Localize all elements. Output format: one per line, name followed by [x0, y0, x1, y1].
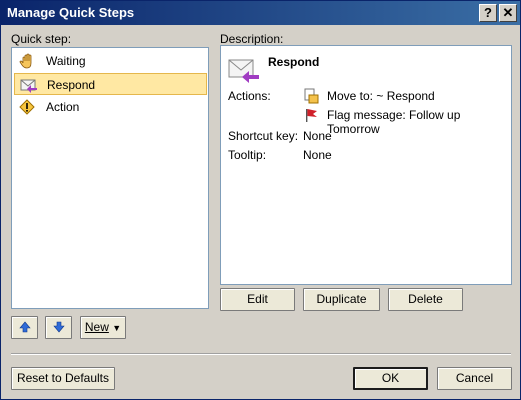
- action-move-to: Move to: ~ Respond: [327, 89, 435, 103]
- arrow-up-icon: [18, 321, 31, 336]
- separator: [11, 353, 511, 355]
- move-up-button[interactable]: [11, 316, 38, 339]
- new-button-label: New: [84, 320, 109, 334]
- list-item-label: Waiting: [46, 54, 86, 68]
- list-item-label: Action: [46, 100, 80, 114]
- chevron-down-icon: ▼: [112, 323, 122, 333]
- arrow-down-icon: [52, 321, 65, 336]
- manage-quick-steps-dialog: Manage Quick Steps ? ✕ Quick step: Waiti…: [0, 0, 521, 400]
- tooltip-label: Tooltip:: [228, 148, 267, 162]
- title-bar: Manage Quick Steps ? ✕: [1, 1, 520, 25]
- shortcut-key-label: Shortcut key:: [228, 129, 299, 143]
- list-item-action[interactable]: Action: [14, 96, 207, 118]
- list-item-respond[interactable]: Respond: [14, 73, 207, 95]
- duplicate-button[interactable]: Duplicate: [303, 288, 380, 311]
- actions-label: Actions:: [228, 89, 271, 103]
- move-down-button[interactable]: [45, 316, 72, 339]
- description-panel: Respond Actions: Move to: ~ Respond Flag…: [220, 45, 512, 285]
- list-item-label: Respond: [47, 78, 96, 92]
- red-flag-icon: [303, 107, 319, 126]
- action-flag-message: Flag message: Follow up Tomorrow: [327, 108, 461, 136]
- close-button[interactable]: ✕: [499, 4, 517, 22]
- hand-icon: [19, 53, 37, 69]
- new-dropdown-button[interactable]: New ▼: [80, 316, 126, 339]
- move-to-folder-icon: [303, 88, 319, 107]
- warning-icon: [19, 99, 37, 115]
- envelope-reply-icon: [20, 77, 38, 93]
- description-label: Description:: [220, 32, 284, 46]
- shortcut-key-value: None: [303, 129, 332, 143]
- ok-button[interactable]: OK: [353, 367, 428, 390]
- delete-button[interactable]: Delete: [388, 288, 463, 311]
- help-button[interactable]: ?: [479, 4, 497, 22]
- quick-step-large-icon: [227, 56, 261, 87]
- description-title: Respond: [268, 55, 320, 69]
- reset-to-defaults-button[interactable]: Reset to Defaults: [11, 367, 115, 390]
- window-title: Manage Quick Steps: [7, 5, 135, 20]
- quick-step-label: Quick step:: [11, 32, 72, 46]
- list-item-waiting[interactable]: Waiting: [14, 50, 207, 72]
- quick-step-list[interactable]: Waiting Respond Action: [11, 47, 209, 309]
- tooltip-value: None: [303, 148, 332, 162]
- cancel-button[interactable]: Cancel: [437, 367, 512, 390]
- edit-button[interactable]: Edit: [220, 288, 295, 311]
